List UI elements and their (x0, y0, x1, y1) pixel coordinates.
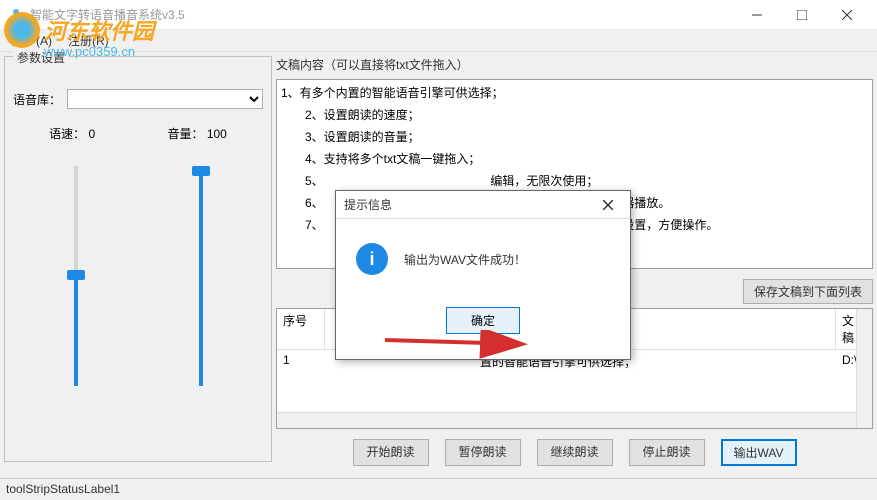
menu-register[interactable]: 注册(R) (60, 30, 117, 51)
text-line: 4、支持将多个txt文稿一键拖入； (281, 148, 868, 170)
params-fieldset: 参数设置 语音库： 语速： 0 音量： 100 (4, 56, 272, 462)
cell-seq: 1 (277, 350, 325, 373)
text-line: 3、设置朗读的音量； (281, 126, 868, 148)
window-title: 智能文字转语音播音系统v3.5 (30, 6, 734, 23)
export-wav-button[interactable]: 输出WAV (721, 439, 797, 466)
resume-read-button[interactable]: 继续朗读 (537, 439, 613, 466)
menu-bar: 关于(A) 注册(R) (0, 30, 877, 52)
speed-label: 语速： (49, 127, 85, 141)
start-read-button[interactable]: 开始朗读 (353, 439, 429, 466)
stop-read-button[interactable]: 停止朗读 (629, 439, 705, 466)
title-bar: 智能文字转语音播音系统v3.5 (0, 0, 877, 30)
volume-value: 100 (207, 127, 227, 141)
list-vscroll[interactable] (856, 309, 872, 428)
save-content-button[interactable]: 保存文稿到下面列表 (743, 279, 873, 304)
voice-lib-label: 语音库： (13, 91, 61, 108)
speed-slider[interactable] (74, 166, 78, 386)
status-bar: toolStripStatusLabel1 (0, 478, 877, 500)
list-hscroll[interactable] (277, 412, 856, 428)
pause-read-button[interactable]: 暂停朗读 (445, 439, 521, 466)
dialog-title: 提示信息 (344, 196, 594, 213)
col-seq[interactable]: 序号 (277, 309, 325, 349)
info-icon: i (356, 243, 388, 275)
text-line: 5、 编辑，无限次使用； (281, 170, 868, 192)
text-line: 2、设置朗读的速度； (281, 104, 868, 126)
app-icon (8, 7, 24, 23)
params-legend: 参数设置 (13, 49, 69, 66)
volume-label: 音量： (167, 127, 203, 141)
close-button[interactable] (824, 0, 869, 30)
maximize-button[interactable] (779, 0, 824, 30)
dialog-ok-button[interactable]: 确定 (446, 307, 520, 334)
voice-lib-select[interactable] (67, 89, 263, 109)
content-label: 文稿内容（可以直接将txt文件拖入） (276, 56, 873, 73)
minimize-button[interactable] (734, 0, 779, 30)
dialog-message: 输出为WAV文件成功！ (404, 251, 526, 268)
speed-value: 0 (89, 127, 96, 141)
menu-about[interactable]: 关于(A) (4, 30, 60, 51)
text-line: 1、有多个内置的智能语音引擎可供选择； (281, 82, 868, 104)
volume-slider[interactable] (199, 166, 203, 386)
dialog-close-button[interactable] (594, 191, 622, 219)
message-dialog: 提示信息 i 输出为WAV文件成功！ 确定 (335, 190, 631, 360)
